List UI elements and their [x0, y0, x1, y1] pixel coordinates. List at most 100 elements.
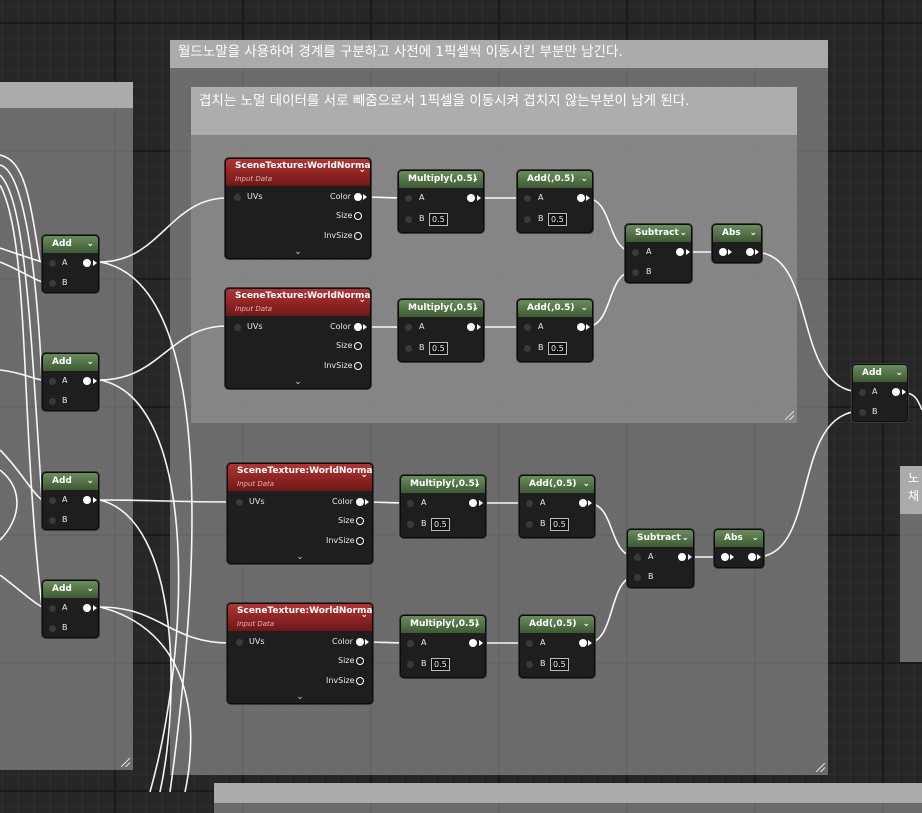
invsize-output-pin[interactable]: [354, 362, 362, 370]
chevron-down-icon[interactable]: ⌄: [681, 530, 689, 546]
color-output-pin[interactable]: [356, 638, 364, 646]
size-output-pin[interactable]: [354, 342, 362, 350]
invsize-output-pin[interactable]: [356, 537, 364, 545]
output-pin[interactable]: [83, 604, 91, 612]
pin-b-input[interactable]: [49, 625, 56, 632]
output-pin[interactable]: [467, 194, 475, 202]
add-node-1[interactable]: Add ⌄ A B: [42, 235, 99, 293]
b-value-field[interactable]: 0.5: [548, 342, 567, 355]
color-output-pin[interactable]: [354, 323, 362, 331]
pin-a-input[interactable]: [49, 260, 56, 267]
pin-b-input[interactable]: [859, 409, 866, 416]
output-pin[interactable]: [577, 194, 585, 202]
chevron-down-icon[interactable]: ⌄: [582, 476, 590, 492]
chevron-down-icon[interactable]: ⌄: [580, 300, 588, 316]
uvs-input-pin[interactable]: [236, 639, 243, 646]
pin-b-input[interactable]: [49, 517, 56, 524]
pin-b-input[interactable]: [526, 521, 533, 528]
output-pin[interactable]: [579, 639, 587, 647]
chevron-down-icon[interactable]: ⌄: [360, 469, 368, 482]
expand-chevron-icon[interactable]: ⌄: [228, 692, 372, 702]
output-pin[interactable]: [748, 553, 756, 561]
add-node-4[interactable]: Add ⌄ A B: [42, 580, 99, 638]
add-half-node-3[interactable]: Add(,0.5) ⌄ A B 0.5: [519, 475, 595, 538]
uvs-input-pin[interactable]: [236, 499, 243, 506]
chevron-down-icon[interactable]: ⌄: [679, 225, 687, 241]
pin-a-input[interactable]: [526, 500, 533, 507]
pin-a-input[interactable]: [49, 378, 56, 385]
pin-a-input[interactable]: [407, 500, 414, 507]
b-value-field[interactable]: 0.5: [431, 658, 450, 671]
output-pin[interactable]: [469, 639, 477, 647]
pin-b-input[interactable]: [407, 521, 414, 528]
subtract-node-1[interactable]: Subtract ⌄ A B: [625, 224, 692, 283]
uvs-input-pin[interactable]: [234, 324, 241, 331]
pin-a-input[interactable]: [526, 640, 533, 647]
pin-a-input[interactable]: [407, 640, 414, 647]
color-output-pin[interactable]: [356, 498, 364, 506]
size-output-pin[interactable]: [356, 517, 364, 525]
chevron-down-icon[interactable]: ⌄: [473, 616, 481, 632]
input-pin[interactable]: [721, 553, 729, 561]
pin-b-input[interactable]: [524, 345, 531, 352]
b-value-field[interactable]: 0.5: [550, 518, 569, 531]
output-pin[interactable]: [469, 499, 477, 507]
output-pin[interactable]: [83, 259, 91, 267]
output-pin[interactable]: [577, 323, 585, 331]
pin-b-input[interactable]: [405, 345, 412, 352]
multiply-node-4[interactable]: Multiply(,0.5) ⌄ A B 0.5: [400, 615, 486, 678]
chevron-down-icon[interactable]: ⌄: [86, 581, 94, 597]
pin-a-input[interactable]: [632, 249, 639, 256]
input-pin[interactable]: [719, 248, 727, 256]
pin-b-input[interactable]: [632, 269, 639, 276]
uvs-input-pin[interactable]: [234, 194, 241, 201]
pin-a-input[interactable]: [859, 389, 866, 396]
b-value-field[interactable]: 0.5: [431, 518, 450, 531]
output-pin[interactable]: [746, 248, 754, 256]
output-pin[interactable]: [579, 499, 587, 507]
pin-b-input[interactable]: [49, 398, 56, 405]
pin-b-input[interactable]: [405, 216, 412, 223]
multiply-node-3[interactable]: Multiply(,0.5) ⌄ A B 0.5: [400, 475, 486, 538]
output-pin[interactable]: [467, 323, 475, 331]
b-value-field[interactable]: 0.5: [550, 658, 569, 671]
pin-b-input[interactable]: [49, 280, 56, 287]
chevron-down-icon[interactable]: ⌄: [580, 171, 588, 187]
chevron-down-icon[interactable]: ⌄: [358, 164, 366, 177]
b-value-field[interactable]: 0.5: [429, 213, 448, 226]
output-pin[interactable]: [676, 248, 684, 256]
b-value-field[interactable]: 0.5: [429, 342, 448, 355]
expand-chevron-icon[interactable]: ⌄: [228, 552, 372, 562]
scene-texture-node-1[interactable]: SceneTexture:WorldNormal Input Data ⌄ UVs …: [225, 158, 371, 259]
expand-chevron-icon[interactable]: ⌄: [226, 377, 370, 387]
pin-b-input[interactable]: [634, 574, 641, 581]
pin-a-input[interactable]: [524, 195, 531, 202]
scene-texture-node-3[interactable]: SceneTexture:WorldNormal Input Data ⌄ UVs …: [227, 463, 373, 564]
pin-a-input[interactable]: [405, 324, 412, 331]
pin-a-input[interactable]: [634, 554, 641, 561]
size-output-pin[interactable]: [354, 212, 362, 220]
pin-a-input[interactable]: [49, 605, 56, 612]
add-node-2[interactable]: Add ⌄ A B: [42, 353, 99, 411]
add-half-node-1[interactable]: Add(,0.5) ⌄ A B 0.5: [517, 170, 593, 233]
output-pin[interactable]: [678, 553, 686, 561]
chevron-down-icon[interactable]: ⌄: [86, 473, 94, 489]
chevron-down-icon[interactable]: ⌄: [471, 300, 479, 316]
add-half-node-2[interactable]: Add(,0.5) ⌄ A B 0.5: [517, 299, 593, 362]
chevron-down-icon[interactable]: ⌄: [895, 365, 903, 381]
output-pin[interactable]: [83, 496, 91, 504]
pin-a-input[interactable]: [405, 195, 412, 202]
chevron-down-icon[interactable]: ⌄: [86, 236, 94, 252]
chevron-down-icon[interactable]: ⌄: [582, 616, 590, 632]
invsize-output-pin[interactable]: [356, 677, 364, 685]
pin-a-input[interactable]: [49, 497, 56, 504]
pin-a-input[interactable]: [524, 324, 531, 331]
add-half-node-4[interactable]: Add(,0.5) ⌄ A B 0.5: [519, 615, 595, 678]
chevron-down-icon[interactable]: ⌄: [471, 171, 479, 187]
chevron-down-icon[interactable]: ⌄: [751, 530, 759, 546]
chevron-down-icon[interactable]: ⌄: [360, 609, 368, 622]
scene-texture-node-2[interactable]: SceneTexture:WorldNormal Input Data ⌄ UVs …: [225, 288, 371, 389]
b-value-field[interactable]: 0.5: [548, 213, 567, 226]
scene-texture-node-4[interactable]: SceneTexture:WorldNormal Input Data ⌄ UVs …: [227, 603, 373, 704]
pin-b-input[interactable]: [526, 661, 533, 668]
